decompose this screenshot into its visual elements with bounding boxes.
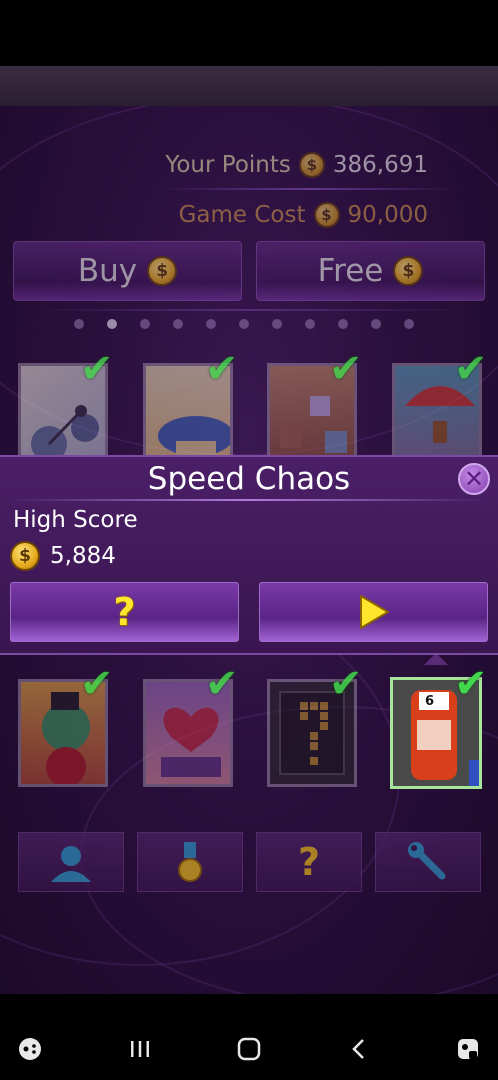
page-dot[interactable]	[305, 319, 315, 329]
help-icon: ?	[297, 840, 321, 884]
page-dot[interactable]	[206, 319, 216, 329]
check-icon: ✔	[454, 346, 488, 392]
achievements-button[interactable]	[137, 832, 243, 892]
page-dot[interactable]	[371, 319, 381, 329]
page-dot[interactable]	[272, 319, 282, 329]
divider	[160, 188, 460, 190]
coin-icon: $	[10, 541, 40, 571]
check-icon: ✔	[80, 346, 114, 392]
cost-value: 90,000	[347, 202, 428, 228]
settings-wrench-icon	[408, 842, 446, 880]
free-label: Free	[317, 253, 384, 289]
page-indicator	[74, 319, 414, 329]
top-bar	[0, 66, 498, 106]
profile-icon	[51, 846, 91, 882]
check-icon: ✔	[454, 661, 488, 707]
play-icon	[359, 595, 389, 629]
play-button[interactable]	[259, 582, 488, 642]
check-icon: ✔	[205, 661, 239, 707]
help-menu-button[interactable]: ?	[256, 832, 362, 892]
page-dot[interactable]	[140, 319, 150, 329]
settings-button[interactable]	[375, 832, 481, 892]
page-dot-active[interactable]	[107, 319, 117, 329]
close-icon: ✕	[463, 465, 485, 493]
page-dot[interactable]	[74, 319, 84, 329]
game-cost-row: Game Cost $ 90,000	[179, 195, 428, 235]
high-score-value: 5,884	[50, 543, 116, 569]
buy-button[interactable]: Buy $	[13, 241, 242, 301]
cost-label: Game Cost	[178, 202, 306, 228]
divider	[30, 309, 470, 311]
page-dot[interactable]	[173, 319, 183, 329]
profile-button[interactable]	[18, 832, 124, 892]
points-label: Your Points	[165, 152, 291, 178]
car-number: 6	[425, 694, 435, 709]
game-info-popup: Speed Chaos ✕ High Score $ 5,884 ?	[0, 455, 498, 655]
coin-icon: $	[298, 152, 325, 178]
page-dot[interactable]	[404, 319, 414, 329]
recent-apps-icon[interactable]	[126, 1035, 154, 1063]
free-button[interactable]: Free $	[256, 241, 485, 301]
home-icon[interactable]	[235, 1035, 263, 1063]
check-icon: ✔	[329, 346, 363, 392]
points-value: 386,691	[332, 152, 428, 178]
coin-icon: $	[147, 256, 178, 286]
divider	[10, 499, 488, 501]
game-launcher-icon[interactable]	[16, 1035, 44, 1063]
medal-icon	[178, 842, 202, 882]
check-icon: ✔	[329, 661, 363, 707]
page-dot[interactable]	[239, 319, 249, 329]
help-button[interactable]: ?	[10, 582, 239, 642]
coin-icon: $	[393, 256, 424, 286]
high-score-label: High Score	[13, 507, 138, 533]
status-bar	[0, 0, 498, 66]
back-icon[interactable]	[345, 1035, 373, 1063]
system-nav-bar	[0, 1018, 498, 1080]
page-dot[interactable]	[338, 319, 348, 329]
close-button[interactable]: ✕	[458, 463, 490, 495]
buy-label: Buy	[77, 253, 138, 289]
points-row: Your Points $ 386,691	[165, 145, 428, 185]
coin-icon: $	[313, 202, 340, 228]
check-icon: ✔	[205, 346, 239, 392]
high-score-row: $ 5,884	[10, 541, 116, 571]
question-icon: ?	[113, 590, 136, 634]
check-icon: ✔	[80, 661, 114, 707]
game-tools-icon[interactable]	[454, 1035, 482, 1063]
popup-title: Speed Chaos	[147, 461, 351, 497]
